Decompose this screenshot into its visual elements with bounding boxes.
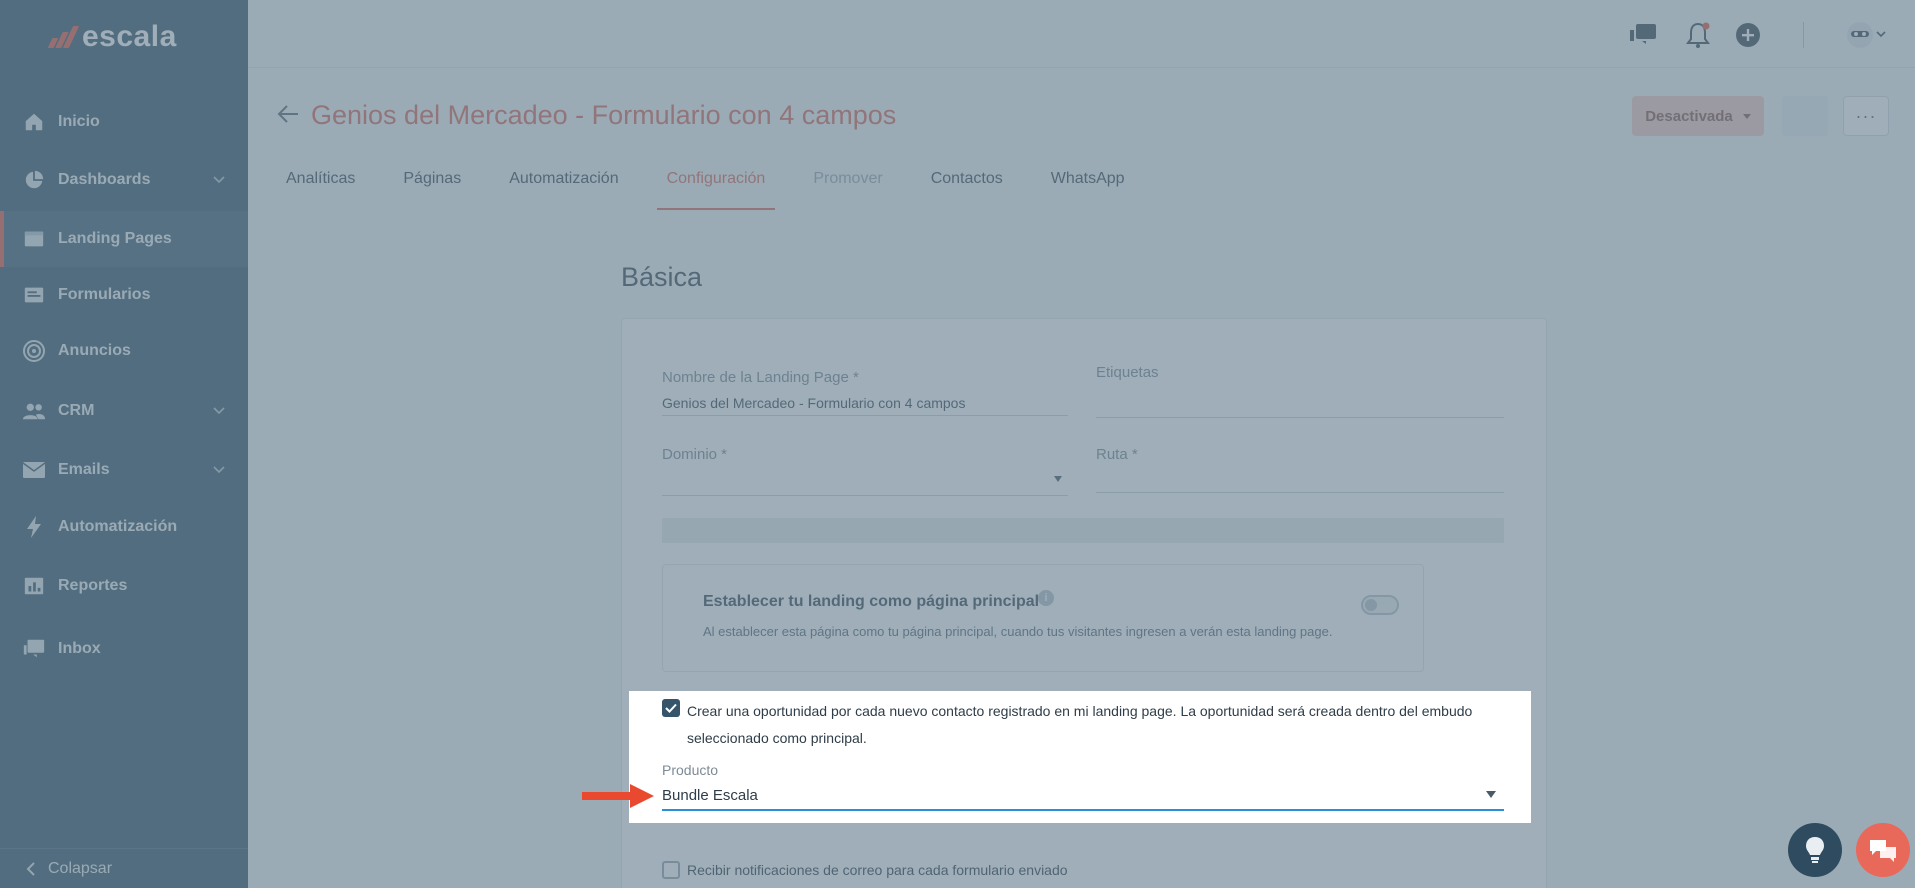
sidebar-item-label: Emails [58, 461, 110, 478]
product-select[interactable]: Bundle Escala [662, 787, 758, 804]
check-icon [665, 703, 677, 713]
collapse-button[interactable]: Colapsar [0, 848, 248, 888]
sidebar-item-label: Inbox [58, 640, 101, 657]
tab-paginas[interactable]: Páginas [393, 160, 471, 210]
caret-down-icon [1486, 791, 1496, 798]
homepage-setting-title: Establecer tu landing como página princi… [703, 593, 1040, 610]
home-icon [22, 110, 46, 134]
logo-mark-icon [47, 26, 80, 48]
bell-icon[interactable] [1683, 20, 1713, 50]
toggle-knob [1365, 599, 1377, 611]
status-label: Desactivada [1645, 107, 1733, 125]
chat-bubbles-icon [1870, 840, 1896, 862]
info-icon[interactable]: i [1038, 590, 1054, 606]
logo[interactable]: escala [47, 20, 177, 54]
caret-down-icon [1054, 476, 1062, 482]
sidebar: escala Inicio Dashboards Landing Pages F… [0, 0, 248, 888]
email-notifications-label: Recibir notificaciones de correo para ca… [687, 862, 1068, 878]
section-title: Básica [621, 262, 703, 292]
sidebar-item-anuncios[interactable]: Anuncios [0, 323, 248, 379]
domain-select[interactable] [662, 495, 1068, 496]
lightbulb-icon [1806, 837, 1824, 863]
chevron-down-icon [213, 176, 225, 184]
report-icon [22, 574, 46, 598]
sidebar-item-crm[interactable]: CRM [0, 383, 248, 439]
edit-button[interactable] [1782, 96, 1828, 136]
sidebar-item-landing-pages[interactable]: Landing Pages [0, 211, 248, 267]
name-field-underline [662, 415, 1068, 416]
create-opportunity-checkbox[interactable] [662, 699, 680, 717]
pie-chart-icon [22, 168, 46, 192]
product-field-label: Producto [662, 762, 719, 778]
tab-whatsapp[interactable]: WhatsApp [1041, 160, 1135, 210]
sidebar-item-label: Landing Pages [58, 230, 172, 247]
homepage-toggle[interactable] [1361, 595, 1399, 615]
url-preview-bar [662, 518, 1504, 543]
homepage-setting-box [662, 564, 1424, 672]
homepage-setting-description: Al establecer esta página como tu página… [703, 624, 1333, 639]
sidebar-item-emails[interactable]: Emails [0, 442, 248, 498]
inbox-icon [22, 637, 46, 661]
sidebar-item-label: Automatización [58, 518, 178, 535]
page-title: Genios del Mercadeo - Formulario con 4 c… [311, 100, 897, 130]
target-icon [22, 339, 46, 363]
bolt-icon [22, 515, 46, 539]
toolbar-divider [1803, 22, 1804, 48]
sidebar-item-label: Reportes [58, 577, 128, 594]
logo-text: escala [82, 20, 177, 53]
caret-down-icon [1742, 113, 1751, 119]
name-field[interactable]: Genios del Mercadeo - Formulario con 4 c… [662, 395, 965, 411]
sidebar-item-dashboards[interactable]: Dashboards [0, 152, 248, 208]
route-field-label: Ruta * [1096, 446, 1138, 463]
chevron-left-icon [26, 861, 35, 876]
top-bar [248, 0, 1915, 68]
email-notifications-checkbox[interactable] [662, 861, 680, 879]
sidebar-item-reportes[interactable]: Reportes [0, 558, 248, 614]
more-options-button[interactable]: ··· [1843, 96, 1889, 136]
name-field-label: Nombre de la Landing Page * [662, 369, 859, 386]
help-tips-button[interactable] [1788, 823, 1842, 877]
tab-configuracion[interactable]: Configuración [656, 160, 776, 210]
avatar [1847, 22, 1886, 48]
sidebar-item-label: Anuncios [58, 342, 131, 359]
domain-field-label: Dominio * [662, 446, 728, 463]
dim-overlay-right [1531, 691, 1915, 823]
more-icon: ··· [1855, 105, 1877, 126]
add-circle-icon[interactable] [1733, 20, 1763, 50]
landing-page-icon [22, 227, 46, 251]
sidebar-item-automatizacion[interactable]: Automatización [0, 499, 248, 555]
tab-contactos[interactable]: Contactos [921, 160, 1013, 210]
status-dropdown-button[interactable]: Desactivada [1632, 96, 1764, 136]
tab-automatizacion[interactable]: Automatización [499, 160, 628, 210]
collapse-label: Colapsar [48, 859, 113, 877]
sidebar-item-label: Formularios [58, 286, 151, 303]
create-opportunity-label: Crear una oportunidad por cada nuevo con… [687, 703, 1473, 746]
users-icon [22, 399, 46, 423]
sidebar-item-inbox[interactable]: Inbox [0, 621, 248, 677]
tags-field[interactable] [1096, 417, 1504, 418]
pointer-arrow-icon [582, 784, 654, 808]
chevron-down-icon [213, 466, 225, 474]
tab-promover[interactable]: Promover [803, 160, 892, 210]
sidebar-item-label: Dashboards [58, 171, 151, 188]
mail-icon [22, 458, 46, 482]
sidebar-item-label: Inicio [58, 113, 100, 130]
tabs: Analíticas Páginas Automatización Config… [276, 160, 1163, 210]
user-avatar-menu[interactable] [1845, 20, 1887, 50]
sidebar-item-label: CRM [58, 402, 95, 419]
product-select-underline [662, 809, 1504, 811]
sidebar-item-formularios[interactable]: Formularios [0, 267, 248, 323]
route-field[interactable] [1096, 492, 1504, 493]
chevron-down-icon [213, 407, 225, 415]
chat-icon[interactable] [1628, 20, 1658, 50]
tab-analiticas[interactable]: Analíticas [276, 160, 365, 210]
tags-field-label: Etiquetas [1096, 364, 1159, 381]
chat-support-button[interactable] [1856, 823, 1910, 877]
back-arrow-icon[interactable] [274, 100, 302, 128]
form-icon [22, 283, 46, 307]
sidebar-item-inicio[interactable]: Inicio [0, 94, 248, 150]
